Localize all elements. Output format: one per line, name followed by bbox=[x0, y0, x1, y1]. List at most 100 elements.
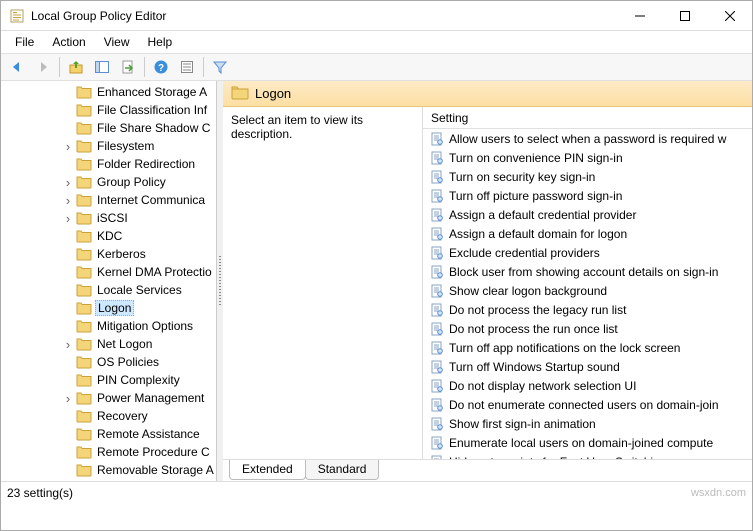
close-button[interactable] bbox=[707, 1, 752, 31]
column-header-setting[interactable]: Setting bbox=[423, 107, 752, 129]
tree-node[interactable]: Removable Storage A bbox=[1, 461, 217, 479]
folder-icon bbox=[76, 211, 92, 225]
folder-icon bbox=[76, 85, 92, 99]
tree-node[interactable]: Kernel DMA Protectio bbox=[1, 263, 217, 281]
setting-row[interactable]: Exclude credential providers bbox=[423, 243, 752, 262]
tree-node-label: PIN Complexity bbox=[95, 373, 182, 387]
tree-node[interactable]: › Filesystem bbox=[1, 137, 217, 155]
setting-row[interactable]: Show clear logon background bbox=[423, 281, 752, 300]
menu-help[interactable]: Help bbox=[140, 33, 181, 51]
tree-node-label: OS Policies bbox=[95, 355, 161, 369]
tree-node-label: Group Policy bbox=[95, 175, 168, 189]
policy-icon bbox=[429, 264, 445, 280]
minimize-button[interactable] bbox=[617, 1, 662, 31]
tree-node[interactable]: Folder Redirection bbox=[1, 155, 217, 173]
tab-extended[interactable]: Extended bbox=[229, 460, 306, 480]
folder-icon bbox=[76, 409, 92, 423]
setting-row[interactable]: Do not process the legacy run list bbox=[423, 300, 752, 319]
help-button[interactable]: ? bbox=[149, 55, 173, 79]
tree-pane[interactable]: Enhanced Storage A File Classification In… bbox=[1, 81, 217, 481]
setting-row[interactable]: Do not display network selection UI bbox=[423, 376, 752, 395]
tree-node[interactable]: ›Internet Communica bbox=[1, 191, 217, 209]
tree-node[interactable]: › Net Logon bbox=[1, 335, 217, 353]
show-hide-tree-button[interactable] bbox=[90, 55, 114, 79]
tree-node[interactable]: Recovery bbox=[1, 407, 217, 425]
tree-node-label: Filesystem bbox=[95, 139, 156, 153]
setting-row[interactable]: Turn off app notifications on the lock s… bbox=[423, 338, 752, 357]
folder-icon bbox=[76, 337, 92, 351]
tree-node[interactable]: › iSCSI bbox=[1, 209, 217, 227]
setting-row[interactable]: Enumerate local users on domain-joined c… bbox=[423, 433, 752, 452]
tree-node[interactable]: Locale Services bbox=[1, 281, 217, 299]
tree-node-label: Mitigation Options bbox=[95, 319, 195, 333]
up-button[interactable] bbox=[64, 55, 88, 79]
expand-icon[interactable]: › bbox=[61, 392, 75, 405]
tree-node-label: Net Logon bbox=[95, 337, 154, 351]
setting-row[interactable]: Turn on convenience PIN sign-in bbox=[423, 148, 752, 167]
properties-button[interactable] bbox=[175, 55, 199, 79]
tree-node[interactable]: PIN Complexity bbox=[1, 371, 217, 389]
maximize-button[interactable] bbox=[662, 1, 707, 31]
setting-label: Allow users to select when a password is… bbox=[449, 132, 726, 146]
policy-icon bbox=[429, 207, 445, 223]
setting-row[interactable]: Assign a default domain for logon bbox=[423, 224, 752, 243]
back-button[interactable] bbox=[5, 55, 29, 79]
expand-icon[interactable]: › bbox=[61, 338, 75, 351]
tree-node[interactable]: Enhanced Storage A bbox=[1, 83, 217, 101]
setting-row[interactable]: Hide entry points for Fast User Switchin… bbox=[423, 452, 752, 459]
tree-node-label: Logon bbox=[95, 300, 134, 316]
tree-node-label: iSCSI bbox=[95, 211, 130, 225]
setting-row[interactable]: Allow users to select when a password is… bbox=[423, 129, 752, 148]
content-area: Enhanced Storage A File Classification In… bbox=[1, 81, 752, 481]
menu-action[interactable]: Action bbox=[44, 33, 93, 51]
folder-icon bbox=[76, 427, 92, 441]
expand-icon[interactable]: › bbox=[61, 176, 75, 189]
tab-standard[interactable]: Standard bbox=[305, 460, 380, 480]
setting-row[interactable]: Show first sign-in animation bbox=[423, 414, 752, 433]
setting-row[interactable]: Turn on security key sign-in bbox=[423, 167, 752, 186]
folder-icon bbox=[76, 229, 92, 243]
tree-node-label: Enhanced Storage A bbox=[95, 85, 209, 99]
expand-icon[interactable]: › bbox=[61, 140, 75, 153]
expand-icon[interactable]: › bbox=[61, 212, 75, 225]
settings-list[interactable]: Allow users to select when a password is… bbox=[423, 129, 752, 459]
tree-node-label: Recovery bbox=[95, 409, 150, 423]
status-bar: 23 setting(s) wsxdn.com bbox=[1, 481, 752, 503]
tree-node-label: Removable Storage A bbox=[95, 463, 216, 477]
policy-icon bbox=[429, 359, 445, 375]
setting-label: Block user from showing account details … bbox=[449, 265, 718, 279]
tree-node[interactable]: Mitigation Options bbox=[1, 317, 217, 335]
setting-row[interactable]: Turn off Windows Startup sound bbox=[423, 357, 752, 376]
menu-file[interactable]: File bbox=[7, 33, 42, 51]
tree-node-label: Locale Services bbox=[95, 283, 184, 297]
tree-node[interactable]: › Group Policy bbox=[1, 173, 217, 191]
tree-node[interactable]: Kerberos bbox=[1, 245, 217, 263]
policy-icon bbox=[429, 378, 445, 394]
forward-button[interactable] bbox=[31, 55, 55, 79]
tab-strip: Extended Standard bbox=[223, 459, 752, 481]
tree-node-label: Power Management bbox=[95, 391, 206, 405]
tree-node[interactable]: Logon bbox=[1, 299, 217, 317]
policy-icon bbox=[429, 283, 445, 299]
tree-node[interactable]: OS Policies bbox=[1, 353, 217, 371]
tree-node[interactable]: File Share Shadow C bbox=[1, 119, 217, 137]
setting-row[interactable]: Turn off picture password sign-in bbox=[423, 186, 752, 205]
svg-text:?: ? bbox=[158, 63, 164, 74]
tree-node[interactable]: KDC bbox=[1, 227, 217, 245]
expand-icon[interactable]: › bbox=[61, 194, 75, 207]
setting-row[interactable]: Do not enumerate connected users on doma… bbox=[423, 395, 752, 414]
setting-row[interactable]: Assign a default credential provider bbox=[423, 205, 752, 224]
filter-button[interactable] bbox=[208, 55, 232, 79]
menu-view[interactable]: View bbox=[96, 33, 138, 51]
setting-row[interactable]: Block user from showing account details … bbox=[423, 262, 752, 281]
tree-node[interactable]: Remote Assistance bbox=[1, 425, 217, 443]
export-list-button[interactable] bbox=[116, 55, 140, 79]
toolbar-separator bbox=[59, 57, 60, 77]
tree-node[interactable]: File Classification Inf bbox=[1, 101, 217, 119]
setting-label: Assign a default credential provider bbox=[449, 208, 636, 222]
setting-label: Exclude credential providers bbox=[449, 246, 600, 260]
setting-row[interactable]: Do not process the run once list bbox=[423, 319, 752, 338]
folder-icon bbox=[231, 84, 249, 103]
tree-node[interactable]: › Power Management bbox=[1, 389, 217, 407]
tree-node[interactable]: Remote Procedure C bbox=[1, 443, 217, 461]
